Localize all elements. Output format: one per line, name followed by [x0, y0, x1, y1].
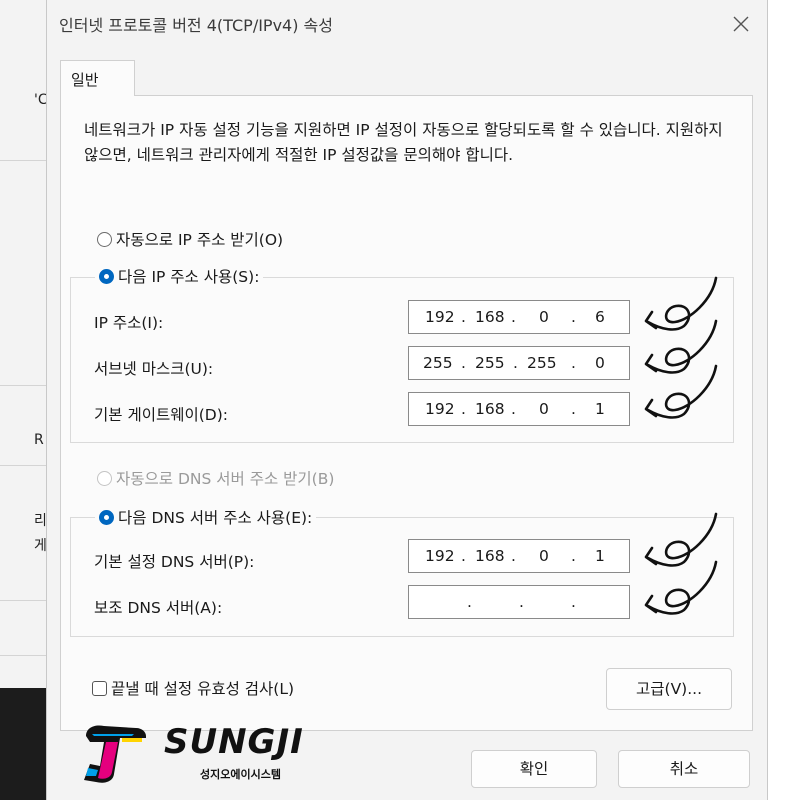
default-gateway-label: 기본 게이트웨이(D): — [94, 406, 228, 424]
default-gateway-input[interactable]: 192. 168. 0. 1 — [408, 392, 630, 426]
auto-dns-radio[interactable]: 자동으로 DNS 서버 주소 받기(B) — [97, 466, 334, 490]
validate-on-exit-checkbox[interactable]: 끝낼 때 설정 유효성 검사(L) — [92, 676, 294, 700]
octet-4: 1 — [595, 547, 605, 565]
background-divider — [0, 385, 46, 386]
ip-address-label: IP 주소(I): — [94, 314, 164, 332]
auto-dns-radio-label: 자동으로 DNS 서버 주소 받기(B) — [116, 470, 335, 488]
octet-2: 168 — [475, 547, 505, 565]
octet-1: 255 — [423, 354, 453, 372]
general-panel: 네트워크가 IP 자동 설정 기능을 지원하면 IP 설정이 자동으로 할당되도… — [60, 95, 753, 731]
octet-2: 168 — [475, 400, 505, 418]
background-text: 리 — [34, 513, 47, 529]
alternate-dns-input[interactable]: . . . — [408, 585, 630, 619]
preferred-dns-label: 기본 설정 DNS 서버(P): — [94, 553, 255, 571]
logo-name: SUNGJI — [164, 722, 304, 762]
octet-1: 192 — [425, 547, 455, 565]
radio-indicator — [99, 509, 114, 525]
tab-general[interactable]: 일반 — [60, 60, 135, 96]
octet-1: 192 — [425, 400, 455, 418]
background-taskbar — [0, 688, 46, 800]
manual-ip-radio[interactable]: 다음 IP 주소 사용(S): — [95, 264, 264, 288]
ip-address-input[interactable]: 192. 168. 0. 6 — [408, 300, 630, 334]
ip-settings-group: IP 주소(I): 192. 168. 0. 6 서브넷 마스크(U): 255… — [70, 277, 734, 443]
octet-3: 255 — [527, 354, 557, 372]
background-divider — [0, 655, 46, 656]
background-divider — [0, 160, 46, 161]
background-text: R — [34, 432, 44, 448]
logo-subtitle: 성지오에이시스템 — [200, 768, 281, 781]
background-text: 게 — [34, 538, 47, 554]
octet-2: 168 — [475, 308, 505, 326]
close-button[interactable] — [729, 12, 753, 36]
octet-3: 0 — [539, 400, 549, 418]
subnet-mask-label: 서브넷 마스크(U): — [94, 360, 214, 378]
octet-3: 0 — [539, 308, 549, 326]
validate-on-exit-label: 끝낼 때 설정 유효성 검사(L) — [111, 680, 295, 698]
checkbox-indicator — [92, 680, 107, 696]
background-window: 'C R 리 게 — [0, 0, 48, 800]
tab-general-label: 일반 — [71, 71, 99, 89]
octet-4: 1 — [595, 400, 605, 418]
octet-4: 6 — [595, 308, 605, 326]
manual-dns-radio-label: 다음 DNS 서버 주소 사용(E): — [118, 509, 313, 527]
octet-3: 0 — [539, 547, 549, 565]
radio-indicator — [97, 231, 112, 247]
preferred-dns-input[interactable]: 192. 168. 0. 1 — [408, 539, 630, 573]
radio-indicator — [97, 470, 112, 486]
cancel-button[interactable]: 취소 — [618, 750, 750, 788]
alternate-dns-label: 보조 DNS 서버(A): — [94, 599, 223, 617]
octet-1: 192 — [425, 308, 455, 326]
advanced-button[interactable]: 고급(V)... — [606, 668, 732, 710]
title-bar[interactable]: 인터넷 프로토콜 버전 4(TCP/IPv4) 속성 — [47, 0, 767, 48]
sungji-logo: SUNGJI 성지오에이시스템 — [76, 720, 346, 790]
window-title: 인터넷 프로토콜 버전 4(TCP/IPv4) 속성 — [59, 16, 333, 35]
background-divider — [0, 465, 46, 466]
ok-button[interactable]: 확인 — [471, 750, 597, 788]
sungji-logo-mark-icon — [84, 725, 146, 783]
description-text: 네트워크가 IP 자동 설정 기능을 지원하면 IP 설정이 자동으로 할당되도… — [84, 121, 723, 164]
octet-4: 0 — [595, 354, 605, 372]
dns-settings-group: 기본 설정 DNS 서버(P): 192. 168. 0. 1 보조 DNS 서… — [70, 517, 734, 637]
background-divider — [0, 600, 46, 601]
subnet-mask-input[interactable]: 255. 255. 255. 0 — [408, 346, 630, 380]
ipv4-properties-dialog: 인터넷 프로토콜 버전 4(TCP/IPv4) 속성 일반 네트워크가 IP 자… — [46, 0, 768, 800]
manual-dns-radio[interactable]: 다음 DNS 서버 주소 사용(E): — [95, 505, 317, 529]
manual-ip-radio-label: 다음 IP 주소 사용(S): — [118, 268, 260, 286]
close-icon — [733, 16, 749, 32]
auto-ip-radio[interactable]: 자동으로 IP 주소 받기(O) — [97, 227, 283, 251]
auto-ip-radio-label: 자동으로 IP 주소 받기(O) — [116, 231, 284, 249]
radio-indicator — [99, 268, 114, 284]
octet-2: 255 — [475, 354, 505, 372]
